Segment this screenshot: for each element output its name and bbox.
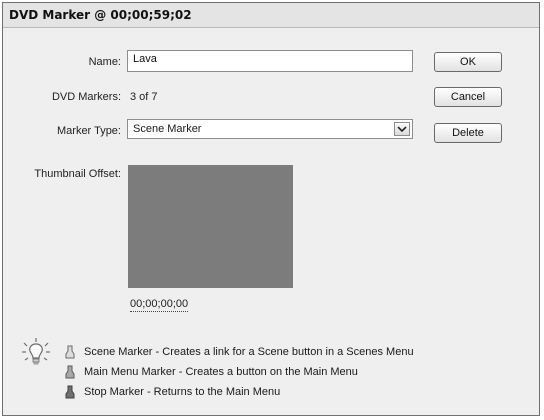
scene-marker-icon [65, 345, 75, 362]
name-field[interactable]: Lava [127, 50, 413, 72]
dvd-markers-count: 3 of 7 [130, 91, 158, 103]
name-label: Name: [88, 56, 121, 68]
thumbnail-timecode[interactable]: 00;00;00;00 [130, 298, 189, 312]
ok-button[interactable]: OK [434, 52, 502, 72]
cancel-button[interactable]: Cancel [434, 87, 502, 107]
dialog-title: DVD Marker @ 00;00;59;02 [3, 3, 539, 28]
main-menu-marker-icon [65, 365, 75, 382]
thumbnail-preview [128, 165, 293, 288]
legend-main-menu-marker: Main Menu Marker - Creates a button on t… [84, 366, 358, 378]
thumbnail-offset-label: Thumbnail Offset: [34, 168, 121, 180]
stop-marker-icon [65, 385, 75, 402]
marker-type-label: Marker Type: [57, 125, 121, 137]
marker-type-value: Scene Marker [133, 123, 202, 135]
lightbulb-icon [21, 337, 51, 370]
dvd-markers-label: DVD Markers: [51, 91, 121, 103]
legend-scene-marker: Scene Marker - Creates a link for a Scen… [84, 346, 414, 358]
legend-stop-marker: Stop Marker - Returns to the Main Menu [84, 386, 281, 398]
marker-type-select[interactable]: Scene Marker [127, 119, 413, 139]
delete-button[interactable]: Delete [434, 123, 502, 143]
dvd-marker-dialog: DVD Marker @ 00;00;59;02 Name: Lava DVD … [2, 2, 540, 416]
chevron-down-icon[interactable] [394, 122, 410, 136]
